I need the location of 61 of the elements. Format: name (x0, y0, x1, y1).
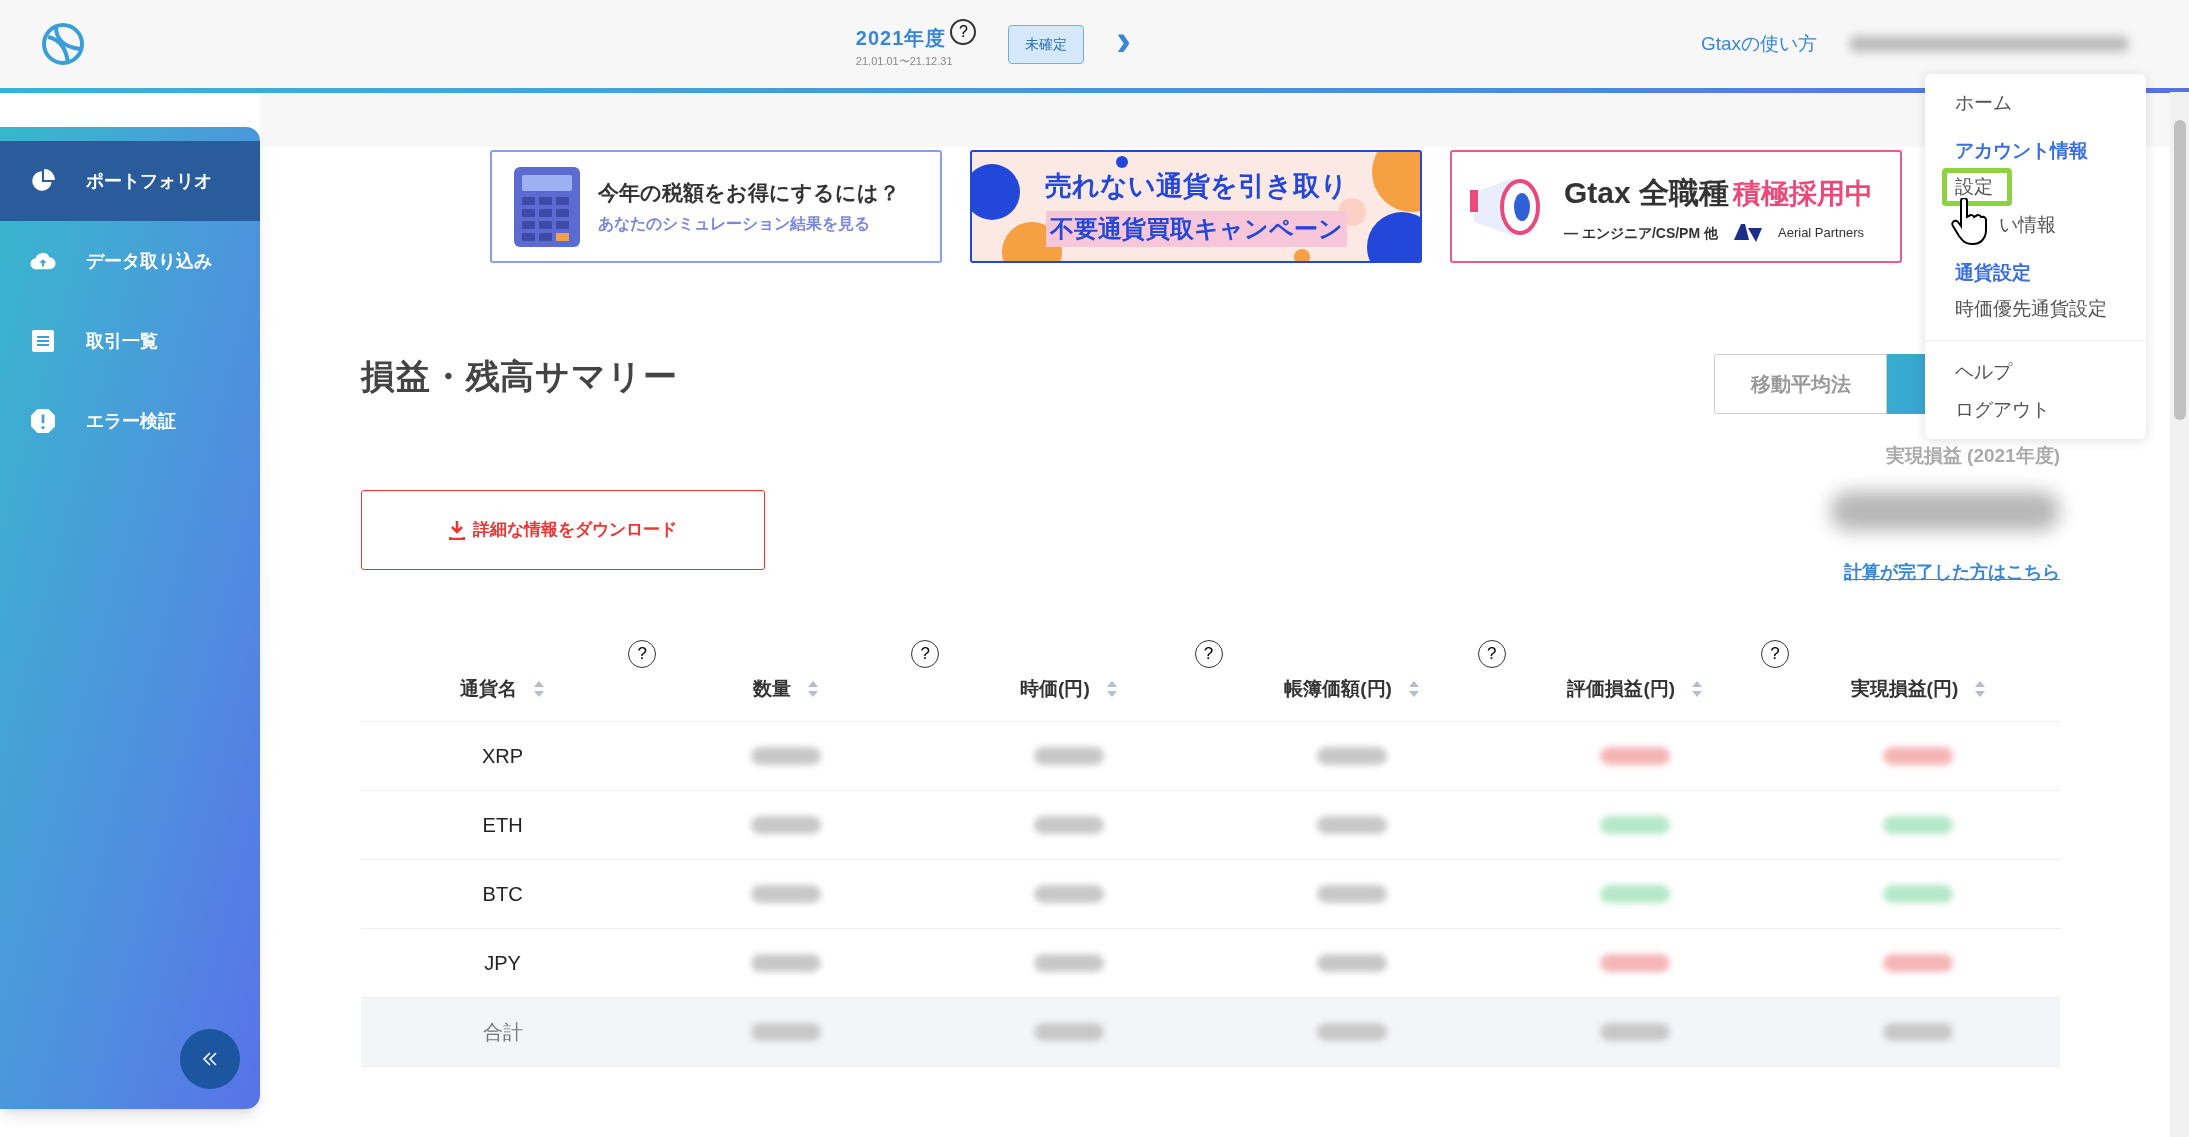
tax-banner[interactable]: 今年の税額をお得にするには？ あなたのシミュレーション結果を見る (490, 150, 942, 263)
partner-name: Aerial Partners (1778, 224, 1864, 243)
cloud-upload-icon (30, 250, 56, 272)
app-logo-icon[interactable] (40, 21, 86, 67)
menu-item[interactable]: ホーム (1955, 88, 2012, 118)
next-year-button[interactable]: › (1116, 18, 1131, 62)
scrollbar[interactable] (2170, 92, 2189, 1137)
double-chevron-left-icon (202, 1051, 218, 1067)
page-title: 損益・残高サマリー (361, 356, 679, 397)
completed-link[interactable]: 計算が完了した方はこちら (1844, 558, 2060, 586)
partner-logo-icon (1734, 224, 1762, 242)
menu-item[interactable]: ヘルプ (1955, 357, 2012, 387)
alert-icon (30, 408, 56, 434)
menu-item[interactable]: ログアウト (1955, 395, 2050, 425)
sort-icon[interactable] (1691, 680, 1704, 698)
fiscal-year[interactable]: 2021年度 (855, 22, 947, 53)
column-header[interactable]: 評価損益(円) (1567, 674, 1676, 704)
column-header[interactable]: 帳簿価額(円) (1284, 674, 1392, 704)
banner-highlight: 積極採用中 (1733, 176, 1874, 211)
menu-heading: 通貨設定 (1955, 260, 2031, 285)
currency-name: JPY (484, 950, 521, 976)
menu-heading: アカウント情報 (1955, 138, 2088, 163)
collapse-button[interactable] (180, 1029, 240, 1089)
help-icon[interactable]: ? (950, 18, 977, 45)
column-header[interactable]: 数量 (752, 674, 791, 704)
sort-icon[interactable] (1407, 680, 1420, 698)
download-button[interactable]: 詳細な情報をダウンロード (361, 490, 765, 570)
calculator-icon (512, 164, 582, 249)
campaign-banner[interactable]: 売れない通貨を引き取り 不要通貨買取キャンペーン (970, 150, 1422, 263)
pie-chart-icon (30, 168, 56, 194)
banner-subtitle: — エンジニア/CS/PM 他 (1564, 223, 1718, 243)
currency-name: ETH (482, 812, 523, 838)
banner-title: 売れない通貨を引き取り (1044, 170, 1348, 204)
realized-profit-label: 実現損益 (2021年度) (1885, 444, 2060, 468)
banner-title: Gtax 全職種 (1564, 174, 1730, 211)
status-badge: 未確定 (1008, 24, 1085, 64)
column-header[interactable]: 時価(円) (1020, 674, 1090, 704)
sort-icon[interactable] (806, 680, 819, 698)
currency-name: BTC (482, 881, 523, 907)
banner-subtitle: あなたのシミュレーション結果を見る (598, 214, 871, 235)
sidebar-item[interactable]: ポートフォリオ (0, 141, 260, 221)
column-header[interactable]: 実現損益(円) (1850, 674, 1959, 704)
hand-cursor-icon (1951, 198, 1987, 246)
banner-title: 今年の税額をお得にするには？ (598, 179, 900, 206)
recruit-banner[interactable]: Gtax 全職種積極採用中 — エンジニア/CS/PM 他 Aerial Partners (1450, 150, 1902, 263)
sort-icon[interactable] (1974, 680, 1987, 698)
fiscal-period: 21.01.01〜21.12.31 (855, 53, 953, 69)
column-header[interactable]: 通貨名 (460, 674, 518, 704)
currency-name: 合計 (482, 1019, 523, 1045)
download-icon (449, 520, 465, 540)
scrollbar-thumb[interactable] (2173, 120, 2186, 420)
redacted-email[interactable] (1849, 36, 2129, 52)
menu-item[interactable]: 設定 (1942, 167, 2012, 207)
guide-link[interactable]: Gtaxの使い方 (1700, 29, 1817, 59)
banner-subtitle: 不要通貨買取キャンペーン (1045, 210, 1347, 247)
menu-item[interactable]: い情報 (1999, 210, 2056, 240)
sort-icon[interactable] (533, 680, 546, 698)
menu-item[interactable]: 時価優先通貨設定 (1955, 294, 2107, 324)
sort-icon[interactable] (1105, 680, 1118, 698)
currency-name: XRP (482, 743, 524, 769)
list-icon (31, 329, 55, 353)
